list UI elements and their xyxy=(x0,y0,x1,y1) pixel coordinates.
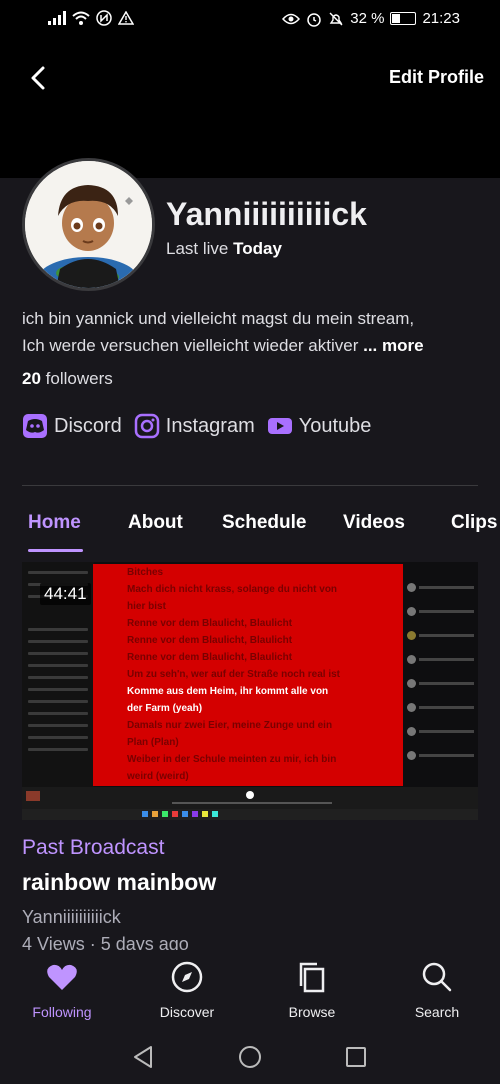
bio: ich bin yannick und vielleicht magst du … xyxy=(22,305,482,359)
video-meta: 4 Views · 5 days ago xyxy=(22,934,189,950)
thumbnail-taskbar xyxy=(22,787,478,820)
tab-about[interactable]: About xyxy=(128,512,183,534)
triangle-back-icon xyxy=(134,1046,152,1068)
wifi-icon xyxy=(72,11,90,25)
system-nav-bar xyxy=(0,1030,500,1084)
followers-count: 20 xyxy=(22,369,41,388)
system-back-button[interactable] xyxy=(131,1044,157,1070)
nav-search-label: Search xyxy=(414,1004,460,1020)
lyric-line: Renne vor dem Blaulicht, Blaulicht xyxy=(127,635,293,646)
tab-home[interactable]: Home xyxy=(28,512,81,534)
browse-icon xyxy=(295,960,329,994)
lyric-line: hier bist xyxy=(127,601,166,612)
battery-icon xyxy=(390,12,417,25)
social-link-discord[interactable]: Discord xyxy=(22,413,122,439)
thumbnail-lyrics: Bitches Mach dich nicht krass, solange du… xyxy=(127,564,367,785)
social-link-youtube[interactable]: Youtube xyxy=(267,413,372,439)
social-links: Discord Instagram Youtube xyxy=(22,413,371,439)
bio-more-link[interactable]: ... more xyxy=(363,336,423,355)
profile-header: Edit Profile xyxy=(0,55,500,99)
nav-discover[interactable]: Discover xyxy=(137,960,237,1020)
lyric-line: Damals nur zwei Eier, meine Zunge und ei… xyxy=(127,720,333,731)
video-duration: 44:41 xyxy=(40,583,91,605)
clock: 21:23 xyxy=(422,10,460,27)
video-title[interactable]: rainbow mainbow xyxy=(22,869,216,896)
lyric-line: Weiber in der Schule meinten zu mir, ich… xyxy=(127,754,337,765)
youtube-icon xyxy=(267,413,293,439)
thumbnail-lyrics-panel: Bitches Mach dich nicht krass, solange du… xyxy=(93,564,403,786)
profile-tabs: Home About Schedule Videos Clips xyxy=(0,508,500,556)
compass-icon xyxy=(170,960,204,994)
bio-line-2: Ich werde versuchen vielleicht wieder ak… xyxy=(22,336,359,355)
instagram-label: Instagram xyxy=(165,414,255,437)
lyric-line: Renne vor dem Blaulicht, Blaulicht xyxy=(127,652,293,663)
nav-browse[interactable]: Browse xyxy=(262,960,362,1020)
lyric-line: Mach dich nicht krass, solange du nicht … xyxy=(127,584,338,595)
system-recents-button[interactable] xyxy=(343,1044,369,1070)
tab-clips[interactable]: Clips xyxy=(451,512,497,534)
back-arrow-icon xyxy=(31,66,45,90)
lyric-line: der Farm (yeah) xyxy=(127,703,203,714)
nav-following-label: Following xyxy=(32,1004,92,1020)
video-thumbnail[interactable]: Bitches Mach dich nicht krass, solange du… xyxy=(22,562,478,820)
nav-discover-label: Discover xyxy=(159,1004,215,1020)
lyric-line: Bitches xyxy=(127,567,164,578)
battery-percent: 32 % xyxy=(350,10,385,27)
video-channel: Yanniiiiiiiiiick xyxy=(22,907,121,927)
divider xyxy=(22,485,478,486)
instagram-icon xyxy=(134,413,160,439)
youtube-label: Youtube xyxy=(298,414,372,437)
alarm-icon xyxy=(306,11,322,27)
bottom-nav: Following Discover Browse Search xyxy=(0,950,500,1030)
followers-label: followers xyxy=(45,369,113,388)
followers[interactable]: 20 followers xyxy=(22,369,113,389)
search-icon xyxy=(420,960,454,994)
mute-bell-icon xyxy=(328,11,344,27)
social-link-instagram[interactable]: Instagram xyxy=(134,413,255,439)
last-live-label: Last live xyxy=(166,239,229,258)
discord-label: Discord xyxy=(54,414,122,437)
nav-browse-label: Browse xyxy=(288,1004,336,1020)
bio-line-1: ich bin yannick und vielleicht magst du … xyxy=(22,309,415,328)
signal-icon xyxy=(48,11,66,25)
square-recents-icon xyxy=(346,1047,366,1067)
video-category: Past Broadcast xyxy=(22,836,165,859)
system-home-button[interactable] xyxy=(237,1044,263,1070)
nav-search[interactable]: Search xyxy=(387,960,487,1020)
warning-icon xyxy=(118,11,134,25)
status-bar: 32 % 21:23 xyxy=(0,0,500,38)
lyric-line: Plan (Plan) xyxy=(127,737,179,748)
last-live-value: Today xyxy=(233,239,282,258)
avatar[interactable] xyxy=(22,158,155,291)
active-tab-indicator xyxy=(28,549,83,552)
back-button[interactable] xyxy=(24,63,54,93)
heart-icon xyxy=(45,960,79,994)
eye-icon xyxy=(282,13,301,25)
lyric-line: weird (weird) xyxy=(127,771,189,782)
circle-home-icon xyxy=(239,1046,261,1068)
discord-icon xyxy=(22,413,48,439)
lyric-line: Um zu seh'n, wer auf der Straße noch rea… xyxy=(127,669,340,680)
last-live: Last live Today xyxy=(166,239,282,259)
avatar-illustration xyxy=(25,161,152,288)
tab-videos[interactable]: Videos xyxy=(343,512,405,534)
thumbnail-friends-panel xyxy=(403,562,478,787)
nav-following[interactable]: Following xyxy=(12,960,112,1020)
nfc-icon xyxy=(96,10,112,26)
edit-profile-button[interactable]: Edit Profile xyxy=(389,67,484,88)
tab-schedule[interactable]: Schedule xyxy=(222,512,306,534)
username: Yanniiiiiiiiiick xyxy=(166,196,367,232)
lyric-line: Renne vor dem Blaulicht, Blaulicht xyxy=(127,618,293,629)
lyric-line: Komme aus dem Heim, ihr kommt alle von xyxy=(127,686,329,697)
